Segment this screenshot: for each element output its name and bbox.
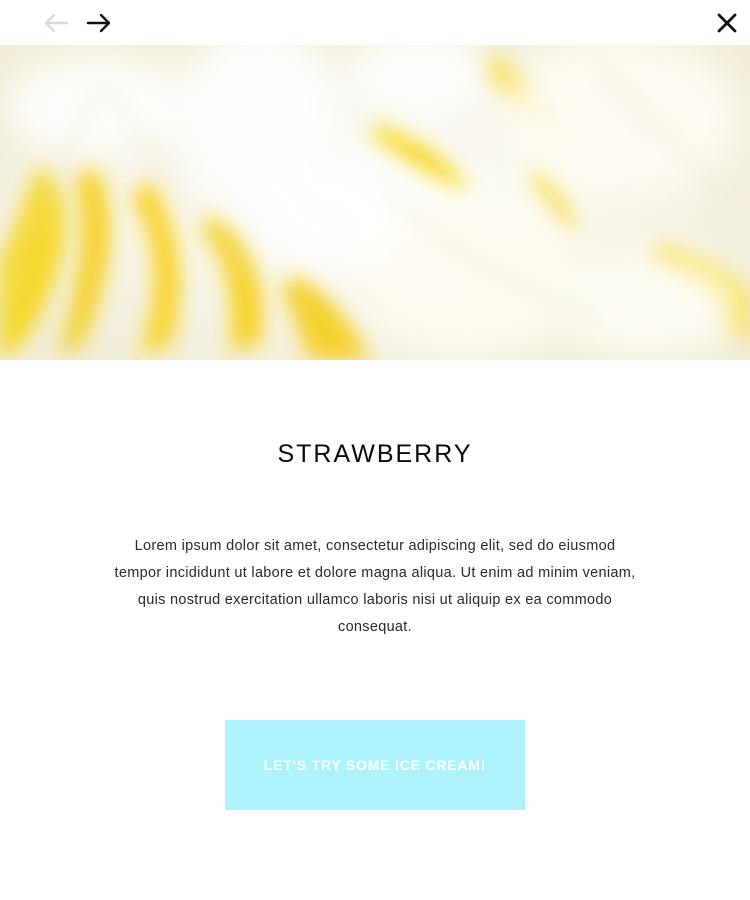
close-icon (717, 13, 737, 33)
arrow-right-icon (86, 13, 111, 33)
try-ice-cream-button[interactable]: LET'S TRY SOME ICE CREAM! (225, 720, 525, 810)
close-button[interactable] (714, 10, 740, 36)
previous-button[interactable] (42, 10, 70, 36)
next-button[interactable] (85, 10, 113, 36)
flavor-description: Lorem ipsum dolor sit amet, consectetur … (114, 538, 636, 635)
arrow-left-icon (44, 13, 69, 33)
top-navigation-bar (0, 0, 750, 45)
hero-image (0, 45, 750, 360)
flavor-title: STRAWBERRY (277, 440, 473, 468)
